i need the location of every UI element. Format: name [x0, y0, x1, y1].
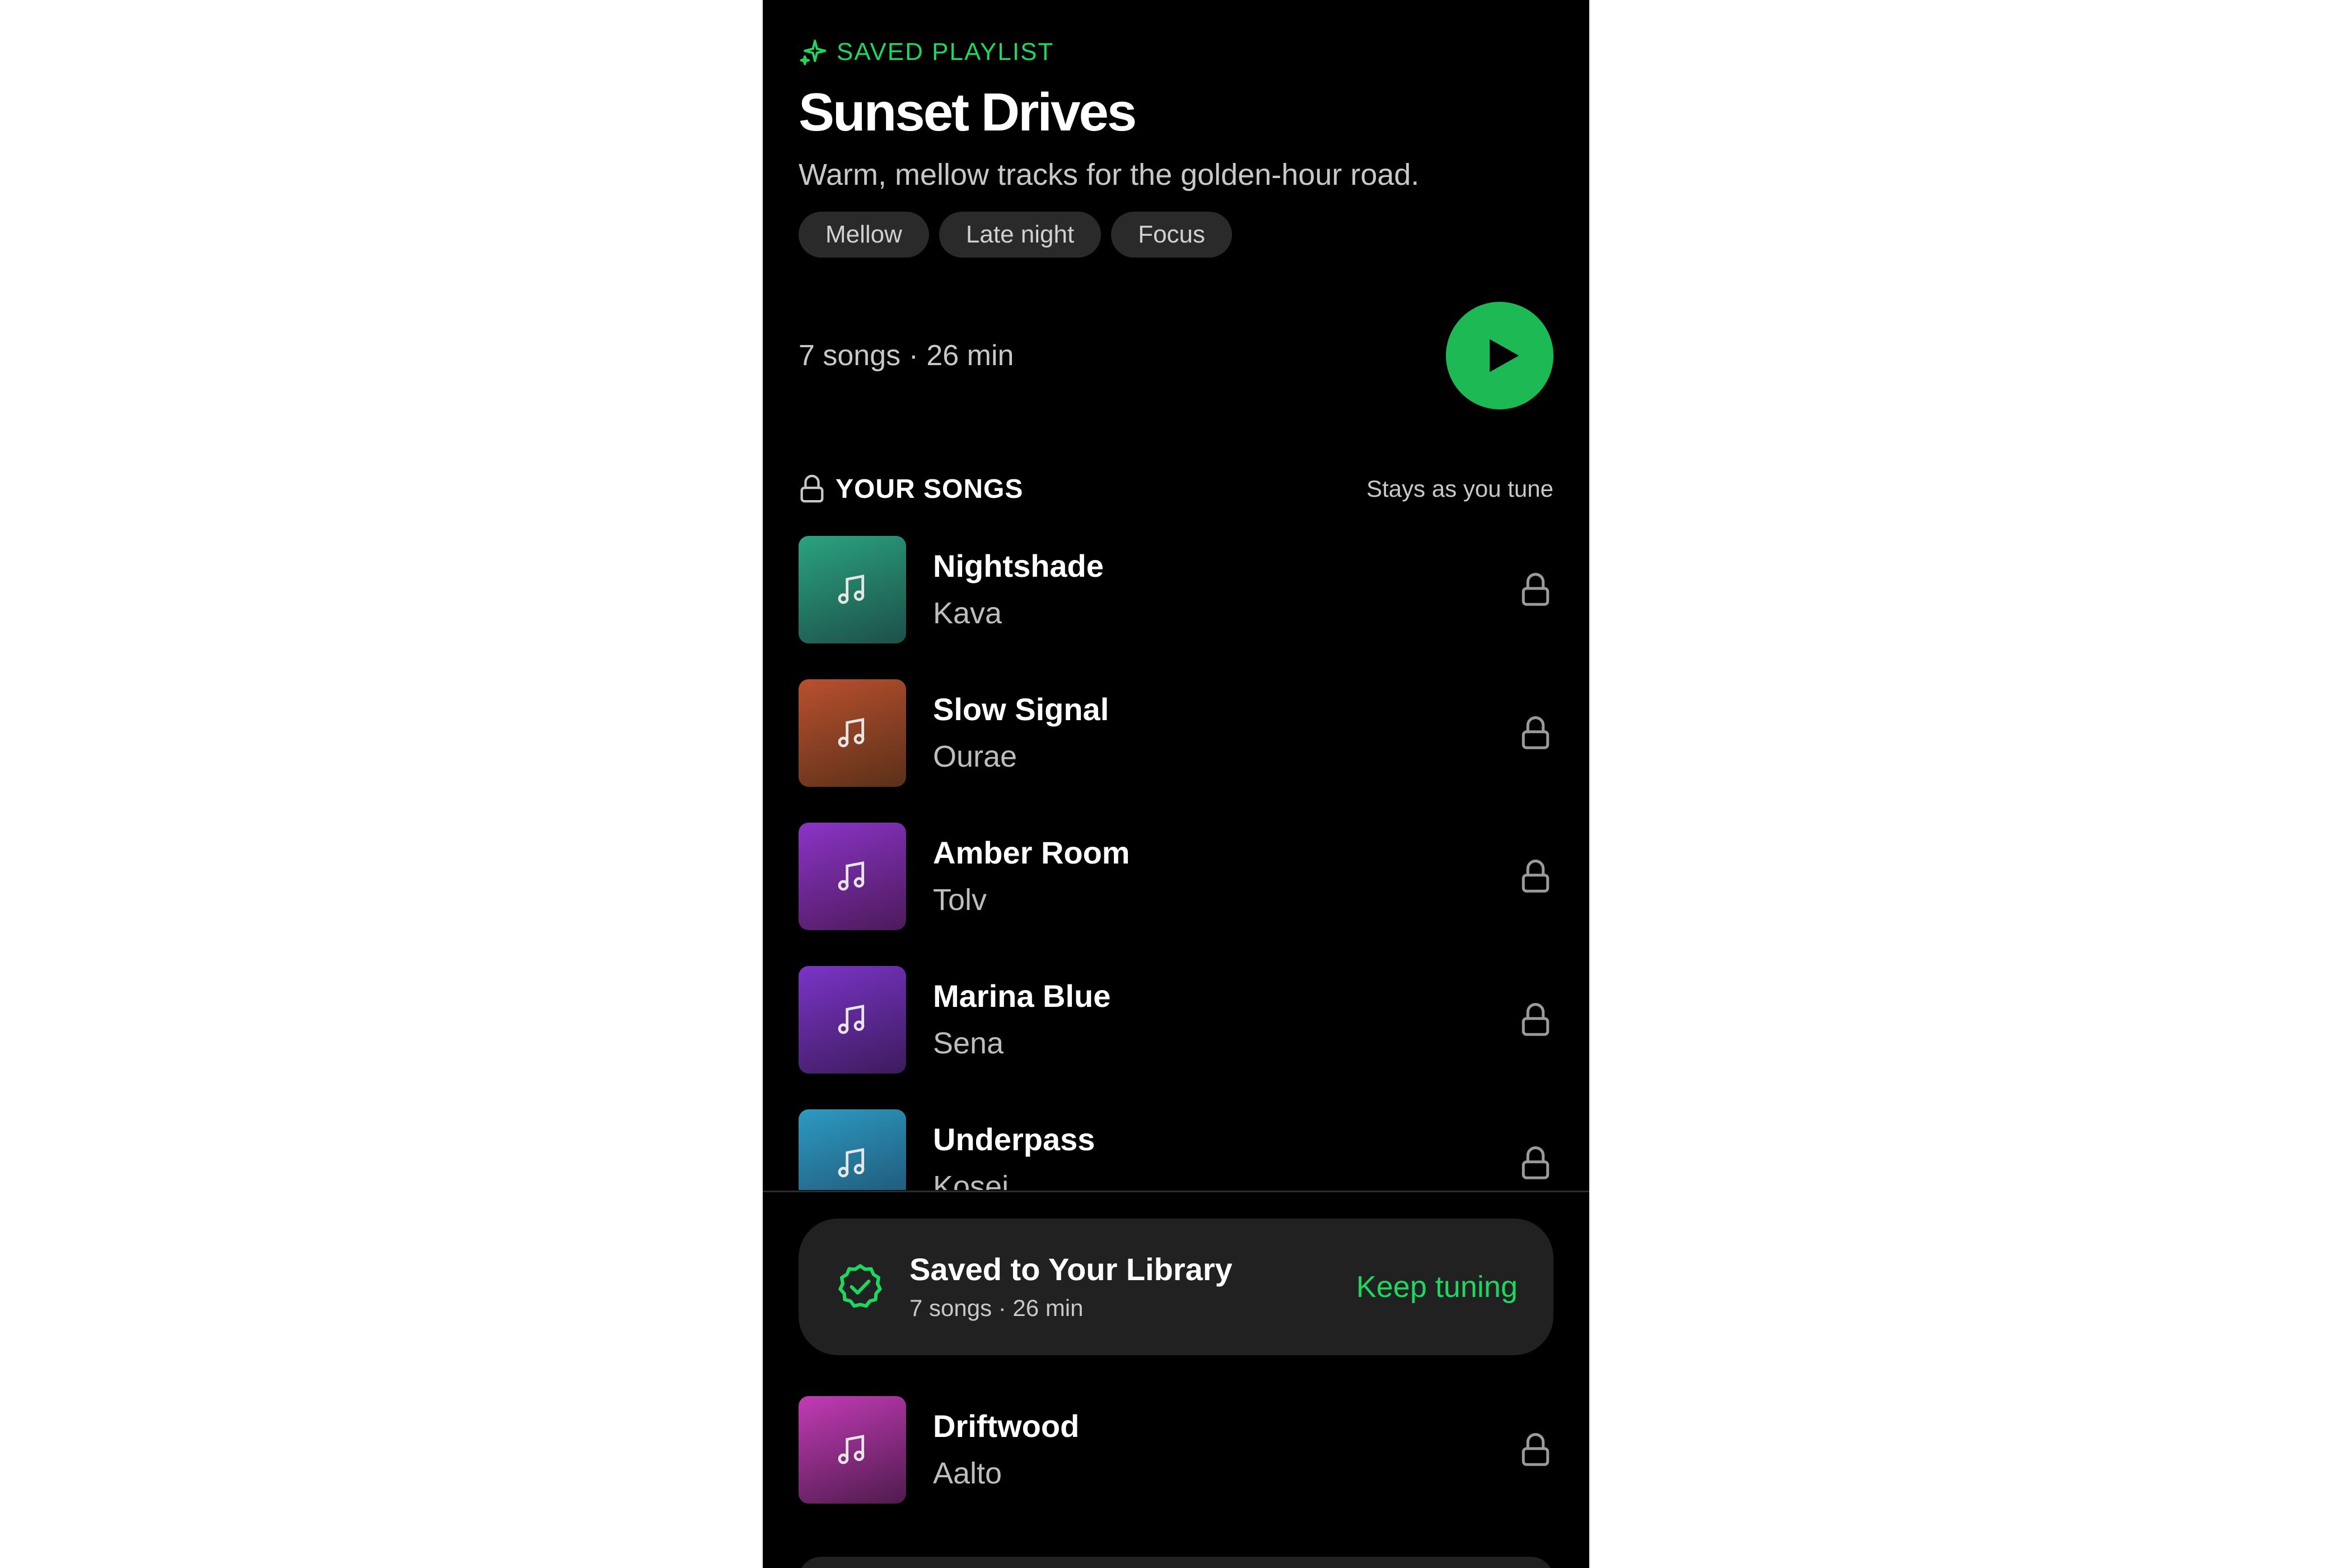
sparkle-icon	[800, 39, 827, 66]
song-artist: Kava	[933, 596, 1002, 630]
lock-icon[interactable]	[1520, 572, 1551, 608]
chip-late-night[interactable]: Late night	[939, 212, 1102, 258]
song-text: Marina Blue Sena	[933, 973, 1520, 1067]
song-text: Nightshade Kava	[933, 543, 1520, 637]
song-title: Marina Blue	[933, 978, 1111, 1014]
playlist-screen: SAVED PLAYLIST Sunset Drives Warm, mello…	[763, 0, 1589, 1568]
music-note-icon	[838, 575, 865, 604]
playlist-eyebrow: SAVED PLAYLIST	[799, 32, 1553, 72]
album-art	[799, 679, 906, 787]
song-text: Underpass Kosei	[933, 1116, 1520, 1190]
music-note-icon	[838, 1148, 865, 1178]
music-note-icon	[838, 861, 865, 891]
album-art	[799, 536, 906, 643]
song-title: Slow Signal	[933, 692, 1109, 727]
lock-icon	[800, 474, 824, 503]
music-note-icon	[838, 1435, 865, 1464]
toast-text: Saved to Your Library 7 songs · 26 min	[909, 1248, 1356, 1326]
song-row[interactable]: Driftwood Aalto	[799, 1396, 1553, 1504]
playlist-summary: 7 songs · 26 min	[799, 339, 1014, 372]
song-artist: Aalto	[933, 1457, 1002, 1490]
lock-icon[interactable]	[1520, 1432, 1551, 1468]
mood-chips: Mellow Late night Focus	[799, 212, 1553, 258]
keep-tuning-button[interactable]: Keep tuning	[1356, 1270, 1518, 1304]
list-divider	[763, 1191, 1589, 1192]
playlist-meta-row: 7 songs · 26 min	[799, 302, 1553, 409]
album-art	[799, 1396, 906, 1504]
song-artist: Ourae	[933, 740, 1018, 773]
toast-subtitle: 7 songs · 26 min	[909, 1295, 1084, 1321]
bottom-panel-peek	[799, 1557, 1553, 1568]
song-row[interactable]: Nightshade Kava	[799, 536, 1553, 643]
your-songs-heading: YOUR SONGS	[799, 474, 1023, 505]
section-title: YOUR SONGS	[836, 474, 1024, 504]
album-art	[799, 823, 906, 930]
chip-mellow[interactable]: Mellow	[799, 212, 929, 258]
lock-icon[interactable]	[1520, 1002, 1551, 1038]
playlist-type-label: SAVED PLAYLIST	[837, 38, 1054, 66]
playlist-description: Warm, mellow tracks for the golden-hour …	[799, 158, 1420, 192]
saved-toast: Saved to Your Library 7 songs · 26 min K…	[799, 1219, 1553, 1355]
playlist-header: SAVED PLAYLIST Sunset Drives Warm, mello…	[799, 32, 1553, 258]
lock-icon[interactable]	[1520, 858, 1551, 894]
song-artist: Tolv	[933, 883, 987, 917]
song-row[interactable]: Amber Room Tolv	[799, 823, 1553, 930]
song-list[interactable]: Nightshade Kava Slow Signal Ourae Amber …	[763, 536, 1589, 1190]
song-artist: Kosei	[933, 1170, 1009, 1190]
play-icon	[1490, 339, 1519, 372]
album-art	[799, 1109, 906, 1190]
song-row[interactable]: Slow Signal Ourae	[799, 679, 1553, 787]
song-title: Underpass	[933, 1122, 1095, 1157]
song-title: Amber Room	[933, 835, 1130, 870]
playlist-title: Sunset Drives	[799, 82, 1137, 142]
song-row[interactable]: Underpass Kosei	[799, 1109, 1553, 1190]
song-text: Slow Signal Ourae	[933, 686, 1520, 780]
lock-icon[interactable]	[1520, 1145, 1551, 1181]
play-button[interactable]	[1446, 302, 1553, 409]
toast-title: Saved to Your Library	[909, 1252, 1233, 1287]
song-artist: Sena	[933, 1026, 1004, 1060]
section-note: Stays as you tune	[1366, 475, 1553, 502]
song-text: Driftwood Aalto	[933, 1403, 1520, 1497]
music-note-icon	[838, 1005, 865, 1034]
your-songs-header: YOUR SONGS Stays as you tune	[799, 469, 1553, 508]
check-badge-icon	[838, 1264, 882, 1308]
music-note-icon	[838, 718, 865, 748]
chip-focus[interactable]: Focus	[1111, 212, 1233, 258]
song-title: Driftwood	[933, 1408, 1080, 1444]
album-art	[799, 966, 906, 1074]
lock-icon[interactable]	[1520, 715, 1551, 751]
song-row[interactable]: Marina Blue Sena	[799, 966, 1553, 1074]
song-text: Amber Room Tolv	[933, 829, 1520, 923]
song-title: Nightshade	[933, 548, 1104, 584]
